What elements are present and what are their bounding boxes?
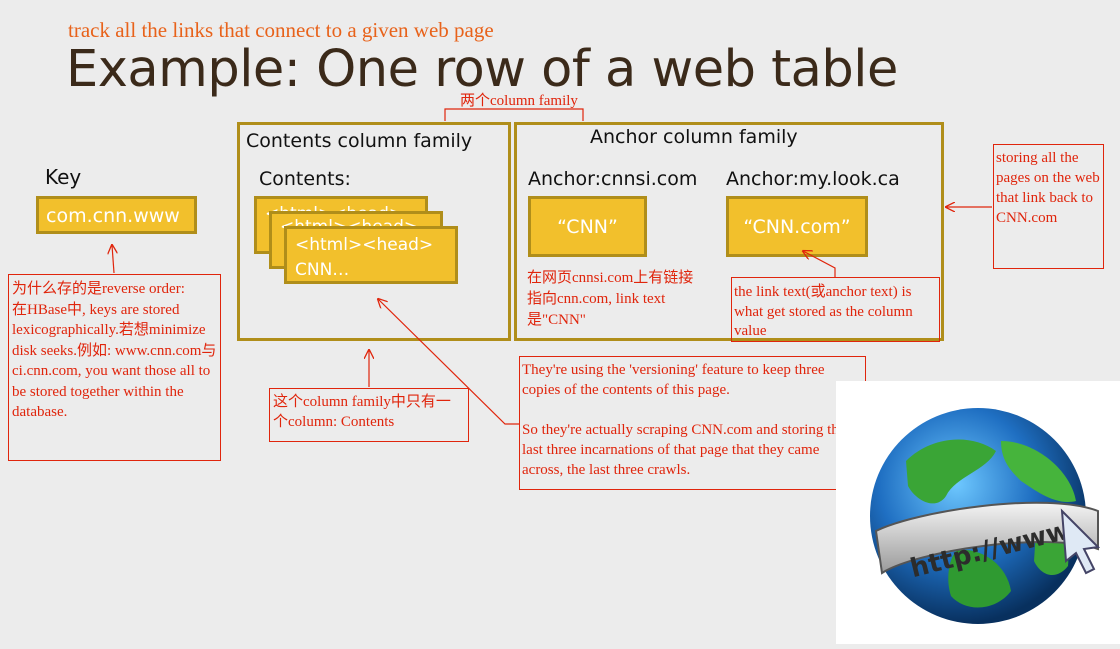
globe-illustration: http://www.	[870, 408, 1101, 624]
key-arrow	[112, 245, 114, 274]
www-globe-image: http://www.	[836, 381, 1120, 644]
versioning-arrow	[378, 299, 519, 425]
two-families-bracket	[444, 108, 584, 121]
anchor-text-arrow	[803, 251, 836, 278]
